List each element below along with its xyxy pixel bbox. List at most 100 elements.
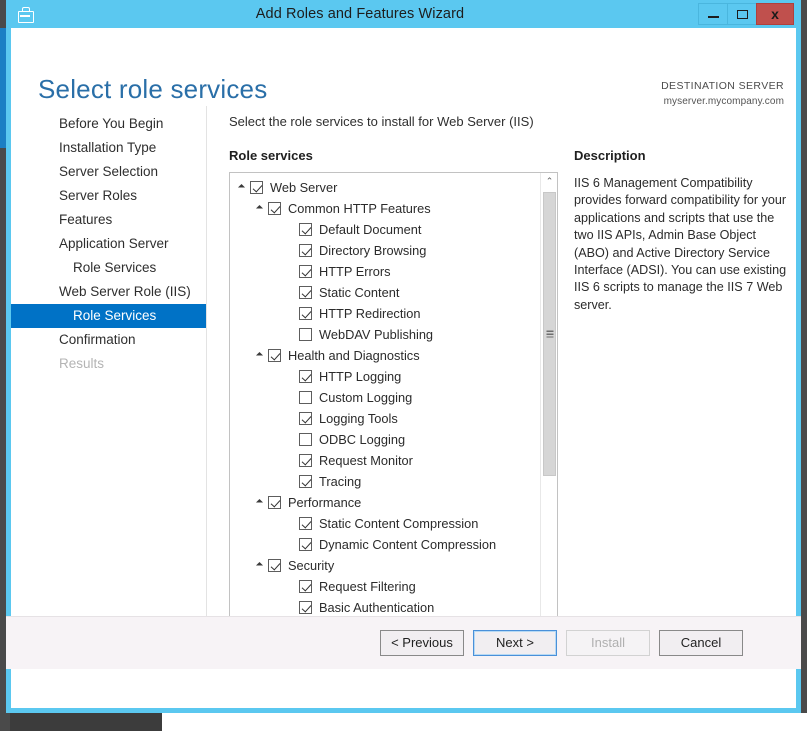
tree-checkbox[interactable]: [299, 580, 312, 593]
tree-node[interactable]: ODBC Logging: [230, 429, 540, 450]
sidebar-item-server-selection[interactable]: Server Selection: [11, 160, 206, 184]
close-icon: x: [771, 6, 779, 22]
sidebar-item-confirmation[interactable]: Confirmation: [11, 328, 206, 352]
tree-node[interactable]: HTTP Logging: [230, 366, 540, 387]
tree-checkbox[interactable]: [299, 223, 312, 236]
tree-checkbox[interactable]: [250, 181, 263, 194]
page-header: Select role services DESTINATION SERVER …: [11, 28, 796, 107]
tree-node[interactable]: Dynamic Content Compression: [230, 534, 540, 555]
tree-node[interactable]: Custom Logging: [230, 387, 540, 408]
tree-checkbox[interactable]: [299, 265, 312, 278]
tree-node[interactable]: Directory Browsing: [230, 240, 540, 261]
tree-node[interactable]: Default Document: [230, 219, 540, 240]
sidebar-item-before-you-begin[interactable]: Before You Begin: [11, 112, 206, 136]
tree-checkbox[interactable]: [299, 454, 312, 467]
tree-node[interactable]: Performance: [230, 492, 540, 513]
tree-node[interactable]: Static Content: [230, 282, 540, 303]
expander-none-icon: [285, 601, 298, 614]
install-button: Install: [566, 630, 650, 656]
tree-checkbox[interactable]: [299, 433, 312, 446]
destination-server-label: DESTINATION SERVER: [661, 80, 784, 92]
page-title: Select role services: [38, 74, 268, 104]
tree-checkbox[interactable]: [299, 601, 312, 614]
window-titlebar[interactable]: Add Roles and Features Wizard x: [6, 0, 801, 28]
tree-checkbox[interactable]: [268, 496, 281, 509]
close-button[interactable]: x: [756, 3, 794, 25]
maximize-button[interactable]: [727, 3, 757, 25]
wizard-footer: < Previous Next > Install Cancel: [6, 616, 801, 669]
tree-node-label: Common HTTP Features: [288, 201, 431, 216]
description-text: IIS 6 Management Compatibility provides …: [574, 176, 787, 312]
description-column: Description IIS 6 Management Compatibili…: [574, 148, 789, 642]
tree-checkbox[interactable]: [299, 475, 312, 488]
window-title: Add Roles and Features Wizard: [255, 6, 465, 22]
tree-checkbox[interactable]: [299, 244, 312, 257]
previous-button[interactable]: < Previous: [380, 630, 464, 656]
tree-node[interactable]: Logging Tools: [230, 408, 540, 429]
role-services-treeview[interactable]: Web Server Common HTTP Features Default Do…: [229, 172, 558, 642]
expander-none-icon: [285, 328, 298, 341]
tree-checkbox[interactable]: [299, 328, 312, 341]
sidebar-item-role-services[interactable]: Role Services: [11, 304, 206, 328]
scrollbar-grip-icon: [546, 330, 553, 338]
tree-node[interactable]: Request Filtering: [230, 576, 540, 597]
sidebar-item-features[interactable]: Features: [11, 208, 206, 232]
cancel-button[interactable]: Cancel: [659, 630, 743, 656]
tree-node[interactable]: Web Server: [230, 177, 540, 198]
tree-node-label: Static Content: [319, 285, 400, 300]
tree-checkbox[interactable]: [268, 559, 281, 572]
tree-vertical-scrollbar[interactable]: ⌃ ⌄: [540, 173, 557, 625]
tree-checkbox[interactable]: [268, 349, 281, 362]
tree-node[interactable]: Request Monitor: [230, 450, 540, 471]
tree-checkbox[interactable]: [299, 391, 312, 404]
expander-open-icon[interactable]: [254, 349, 267, 362]
tree-node-label: Basic Authentication: [319, 600, 435, 615]
expander-none-icon: [285, 265, 298, 278]
tree-node-label: Health and Diagnostics: [288, 348, 420, 363]
tree-checkbox[interactable]: [299, 517, 312, 530]
expander-open-icon[interactable]: [236, 181, 249, 194]
tree-node[interactable]: WebDAV Publishing: [230, 324, 540, 345]
expander-open-icon[interactable]: [254, 559, 267, 572]
server-toolbox-icon: [16, 4, 36, 24]
next-button[interactable]: Next >: [473, 630, 557, 656]
tree-checkbox[interactable]: [299, 286, 312, 299]
tree-node-label: Dynamic Content Compression: [319, 537, 497, 552]
vertical-scrollbar-thumb[interactable]: [543, 192, 556, 476]
tree-node-label: WebDAV Publishing: [319, 327, 434, 342]
tree-node[interactable]: Security: [230, 555, 540, 576]
sidebar-item-server-roles[interactable]: Server Roles: [11, 184, 206, 208]
add-roles-wizard-window: Add Roles and Features Wizard x Select r…: [6, 0, 801, 713]
tree-node[interactable]: Common HTTP Features: [230, 198, 540, 219]
tree-node-label: Performance: [288, 495, 362, 510]
tree-checkbox[interactable]: [299, 538, 312, 551]
description-label: Description: [574, 148, 646, 163]
expander-none-icon: [285, 412, 298, 425]
tree-checkbox[interactable]: [299, 412, 312, 425]
tree-node-label: Tracing: [319, 474, 362, 489]
minimize-button[interactable]: [698, 3, 728, 25]
sidebar-item-application-server[interactable]: Application Server: [11, 232, 206, 256]
window-controls: x: [698, 3, 794, 25]
expander-open-icon[interactable]: [254, 496, 267, 509]
tree-node[interactable]: HTTP Redirection: [230, 303, 540, 324]
scroll-up-arrow-icon[interactable]: ⌃: [541, 173, 557, 190]
sidebar-item-installation-type[interactable]: Installation Type: [11, 136, 206, 160]
tree-node-label: Web Server: [270, 180, 338, 195]
sidebar-item-web-server-role-iis[interactable]: Web Server Role (IIS): [11, 280, 206, 304]
tree-node[interactable]: Health and Diagnostics: [230, 345, 540, 366]
expander-none-icon: [285, 433, 298, 446]
tree-node[interactable]: HTTP Errors: [230, 261, 540, 282]
tree-checkbox[interactable]: [299, 307, 312, 320]
sidebar-item-role-services[interactable]: Role Services: [11, 256, 206, 280]
tree-checkbox[interactable]: [299, 370, 312, 383]
tree-node-label: HTTP Redirection: [319, 306, 421, 321]
desktop-taskbar-area: [162, 713, 807, 731]
expander-open-icon[interactable]: [254, 202, 267, 215]
tree-node[interactable]: Basic Authentication: [230, 597, 540, 618]
tree-scroll-area: Web Server Common HTTP Features Default Do…: [230, 173, 540, 625]
tree-checkbox[interactable]: [268, 202, 281, 215]
instruction-text: Select the role services to install for …: [229, 114, 534, 129]
tree-node[interactable]: Tracing: [230, 471, 540, 492]
tree-node[interactable]: Static Content Compression: [230, 513, 540, 534]
